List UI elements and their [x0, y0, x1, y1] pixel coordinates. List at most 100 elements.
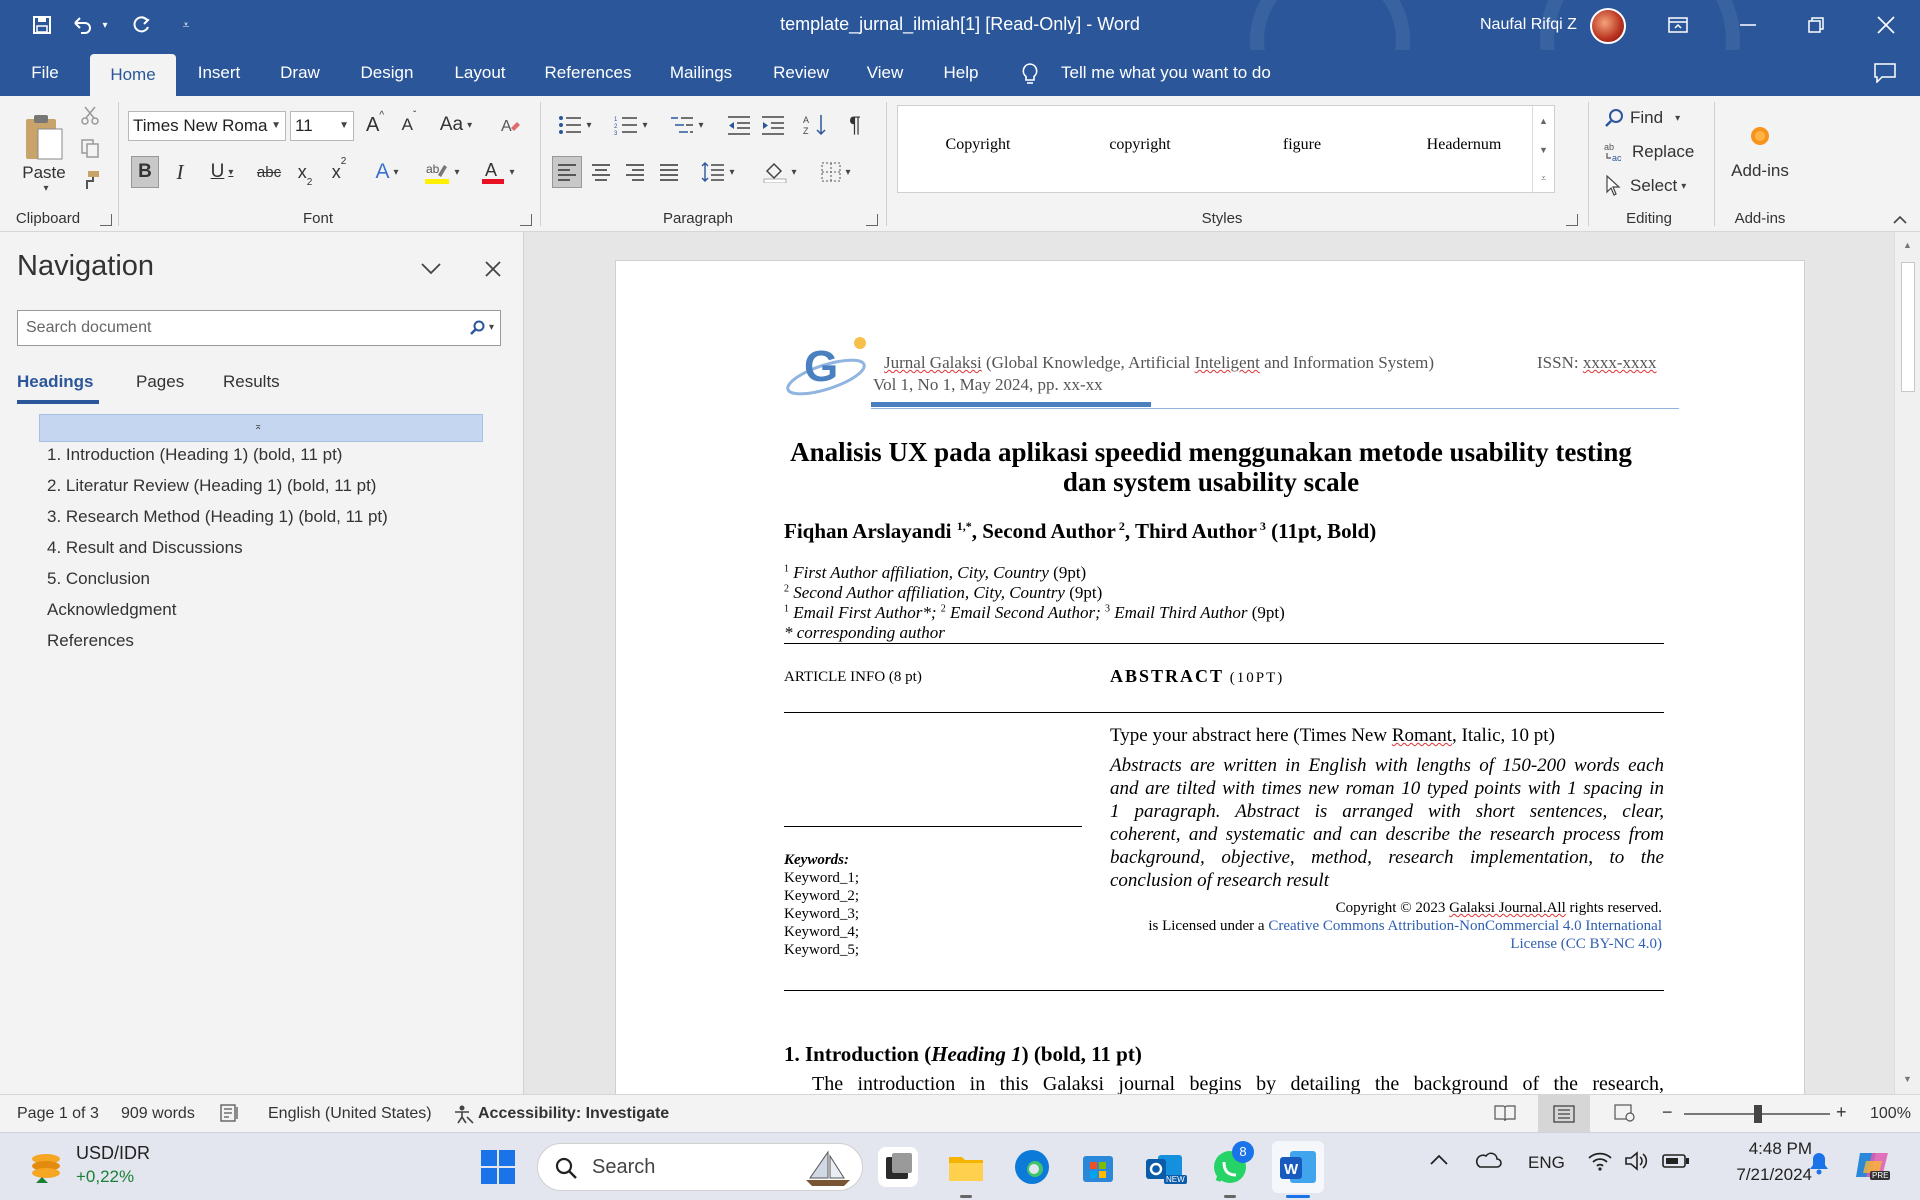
- search-document-input[interactable]: Search document ▾: [17, 310, 501, 346]
- input-language[interactable]: ENG: [1528, 1153, 1565, 1173]
- change-case-icon[interactable]: Aa ▾: [434, 110, 478, 140]
- customize-toolbar-icon[interactable]: ⩡: [176, 12, 196, 38]
- justify-button[interactable]: [654, 156, 684, 188]
- ribbon-display-icon[interactable]: [1648, 0, 1708, 50]
- numbering-icon[interactable]: 1 2 3 ▾: [608, 110, 654, 140]
- align-center-button[interactable]: [586, 156, 616, 188]
- heading-item-literature-review[interactable]: 2. Literatur Review (Heading 1) (bold, 1…: [47, 476, 376, 496]
- redo-icon[interactable]: [128, 12, 154, 38]
- nav-options-chevron-icon[interactable]: [416, 254, 446, 284]
- copilot-icon[interactable]: PRE: [1852, 1145, 1892, 1185]
- scroll-up-icon[interactable]: ▲: [1903, 240, 1912, 250]
- text-effects-icon[interactable]: A ▾: [366, 156, 408, 188]
- heading-item-conclusion[interactable]: 5. Conclusion: [47, 569, 150, 589]
- format-painter-icon[interactable]: [78, 168, 102, 192]
- styles-scroll-down-icon[interactable]: ▼: [1532, 135, 1554, 164]
- tab-insert[interactable]: Insert: [186, 50, 252, 96]
- tab-help[interactable]: Help: [934, 50, 988, 96]
- strikethrough-button[interactable]: abc: [254, 156, 284, 188]
- license-link[interactable]: Creative Commons Attribution-NonCommerci…: [1268, 918, 1662, 934]
- highlight-color-icon[interactable]: ab ▾: [418, 156, 466, 188]
- decrease-indent-icon[interactable]: [724, 110, 754, 140]
- font-launcher-icon[interactable]: [520, 214, 532, 226]
- proofing-icon[interactable]: [220, 1104, 242, 1127]
- tab-layout[interactable]: Layout: [444, 50, 516, 96]
- tab-view[interactable]: View: [860, 50, 910, 96]
- undo-dropdown-icon[interactable]: ▾: [98, 12, 112, 38]
- sort-icon[interactable]: AZ: [800, 110, 830, 140]
- nav-tab-headings[interactable]: Headings: [17, 372, 94, 392]
- tell-me-search[interactable]: Tell me what you want to do: [1061, 50, 1271, 96]
- show-formatting-icon[interactable]: ¶: [840, 110, 870, 140]
- clock-time[interactable]: 4:48 PM: [1704, 1139, 1812, 1159]
- clipboard-launcher-icon[interactable]: [100, 214, 112, 226]
- print-layout-button[interactable]: [1538, 1095, 1590, 1133]
- line-spacing-icon[interactable]: ▾: [694, 156, 742, 188]
- read-mode-icon[interactable]: [1494, 1104, 1516, 1127]
- edge-icon[interactable]: [1012, 1147, 1052, 1187]
- heading-item-results[interactable]: 4. Result and Discussions: [47, 538, 243, 558]
- heading-item-acknowledgment[interactable]: Acknowledgment: [47, 600, 176, 620]
- outlook-icon[interactable]: NEW: [1144, 1147, 1187, 1187]
- select-button[interactable]: Select ▾: [1604, 172, 1704, 200]
- font-name-combo[interactable]: Times New Roma ▼: [128, 111, 286, 141]
- align-right-button[interactable]: [620, 156, 650, 188]
- shading-icon[interactable]: ▾: [756, 156, 804, 188]
- undo-icon[interactable]: [70, 12, 94, 38]
- accessibility-status[interactable]: Accessibility: Investigate: [478, 1105, 669, 1123]
- windows-start-icon[interactable]: [478, 1147, 518, 1187]
- nav-tab-results[interactable]: Results: [223, 372, 280, 392]
- tab-file[interactable]: File: [16, 50, 74, 96]
- zoom-out-icon[interactable]: −: [1662, 1102, 1673, 1123]
- font-color-icon[interactable]: A ▾: [474, 156, 522, 188]
- taskbar-search-box[interactable]: Search: [537, 1143, 863, 1191]
- styles-scroll-up-icon[interactable]: ▲: [1532, 106, 1554, 135]
- tab-draw[interactable]: Draw: [272, 50, 328, 96]
- scroll-down-icon[interactable]: ▼: [1903, 1074, 1912, 1084]
- ticker-pair[interactable]: USD/IDR: [76, 1143, 150, 1164]
- accessibility-icon[interactable]: [452, 1104, 474, 1129]
- close-icon[interactable]: [1856, 0, 1916, 50]
- selected-heading-row[interactable]: ⌅: [39, 414, 483, 442]
- subscript-button[interactable]: x2: [292, 156, 318, 189]
- grow-font-icon[interactable]: A ^: [362, 110, 388, 140]
- language[interactable]: English (United States): [268, 1105, 432, 1123]
- find-button[interactable]: Find ▾: [1604, 104, 1694, 132]
- word-taskbar-button[interactable]: W: [1272, 1141, 1324, 1193]
- style-figure[interactable]: figure: [1227, 136, 1377, 154]
- style-headernum[interactable]: Headernum: [1389, 136, 1539, 154]
- italic-button[interactable]: I: [168, 156, 192, 188]
- user-name[interactable]: Naufal Rifqi Z: [1480, 16, 1577, 34]
- clock-date[interactable]: 7/21/2024: [1704, 1165, 1812, 1185]
- superscript-button[interactable]: x2: [326, 156, 352, 188]
- bullets-icon[interactable]: ▾: [552, 110, 598, 140]
- tab-references[interactable]: References: [534, 50, 642, 96]
- styles-launcher-icon[interactable]: [1566, 214, 1578, 226]
- underline-button[interactable]: U ▾: [202, 156, 242, 188]
- styles-more-icon[interactable]: ⩡: [1532, 164, 1554, 193]
- collapse-ribbon-icon[interactable]: [1888, 212, 1912, 228]
- tab-review[interactable]: Review: [766, 50, 836, 96]
- paste-dropdown-icon[interactable]: ▾: [43, 183, 48, 194]
- add-ins-button[interactable]: Add-ins: [1722, 106, 1798, 194]
- save-icon[interactable]: [28, 12, 56, 38]
- comments-icon[interactable]: [1874, 63, 1896, 84]
- paste-button[interactable]: Paste ▾: [16, 102, 72, 202]
- word-count[interactable]: 909 words: [121, 1105, 195, 1123]
- increase-indent-icon[interactable]: [758, 110, 788, 140]
- battery-icon[interactable]: [1662, 1153, 1690, 1174]
- multilevel-list-icon[interactable]: ▾: [664, 110, 710, 140]
- volume-icon[interactable]: [1624, 1151, 1650, 1176]
- zoom-in-icon[interactable]: +: [1836, 1102, 1847, 1123]
- minimize-icon[interactable]: [1718, 0, 1778, 50]
- tab-design[interactable]: Design: [348, 50, 426, 96]
- bold-button[interactable]: B: [131, 156, 159, 188]
- show-hidden-icons[interactable]: [1430, 1153, 1448, 1171]
- cut-icon[interactable]: [78, 104, 102, 128]
- license-link-cont[interactable]: License (CC BY-NC 4.0): [1510, 936, 1662, 953]
- align-left-button[interactable]: [552, 156, 582, 188]
- onedrive-icon[interactable]: [1474, 1151, 1502, 1174]
- zoom-slider-thumb[interactable]: [1754, 1105, 1762, 1123]
- shrink-font-icon[interactable]: Aˇ: [396, 110, 422, 140]
- borders-icon[interactable]: ▾: [812, 156, 860, 188]
